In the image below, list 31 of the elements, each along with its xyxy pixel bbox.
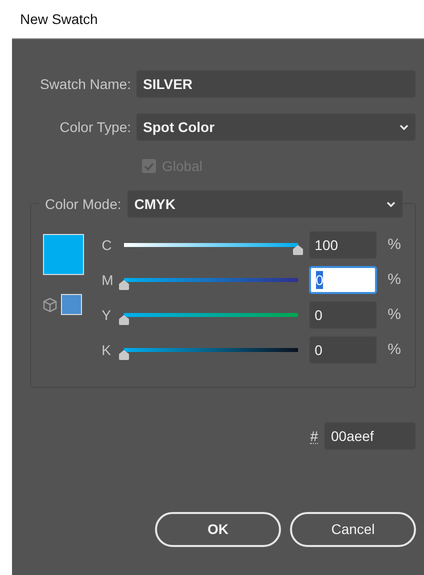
swatch-name-field[interactable]: SILVER: [136, 70, 416, 98]
slider-thumb[interactable]: [118, 315, 130, 325]
unit-label: %: [388, 304, 401, 325]
unit-label: %: [388, 270, 401, 290]
field-label: Color Mode:: [44, 194, 122, 214]
percent-field[interactable]: 0: [308, 266, 377, 294]
field-label: Swatch Name:: [38, 74, 132, 94]
channel-label: K: [102, 340, 112, 360]
color-type-dropdown[interactable]: Spot Color: [136, 113, 416, 141]
field-label: Color Type:: [58, 118, 132, 137]
slider-thumb[interactable]: [292, 245, 304, 255]
slider-thumb[interactable]: [118, 280, 130, 290]
percent-field[interactable]: 100: [308, 231, 377, 259]
cube-icon[interactable]: [42, 296, 58, 312]
ok-button[interactable]: OK: [155, 512, 281, 547]
color-mode-dropdown[interactable]: CMYK: [127, 190, 403, 218]
unit-label: %: [388, 234, 401, 255]
channel-label: M: [102, 270, 114, 290]
chevron-icon: [386, 200, 396, 208]
channel-label: C: [102, 236, 113, 254]
hex-label: #: [310, 428, 318, 444]
chevron-icon: [399, 124, 409, 130]
slider-thumb[interactable]: [118, 350, 130, 360]
unit-label: %: [388, 340, 401, 360]
channel-label: Y: [102, 306, 112, 324]
cancel-button[interactable]: Cancel: [290, 512, 416, 547]
percent-field[interactable]: 0: [308, 336, 377, 364]
window-title: New Swatch: [20, 10, 98, 28]
hex-field[interactable]: 00aeef: [324, 422, 416, 450]
gamut-swatch[interactable]: [61, 294, 82, 315]
percent-field[interactable]: 0: [308, 301, 377, 329]
